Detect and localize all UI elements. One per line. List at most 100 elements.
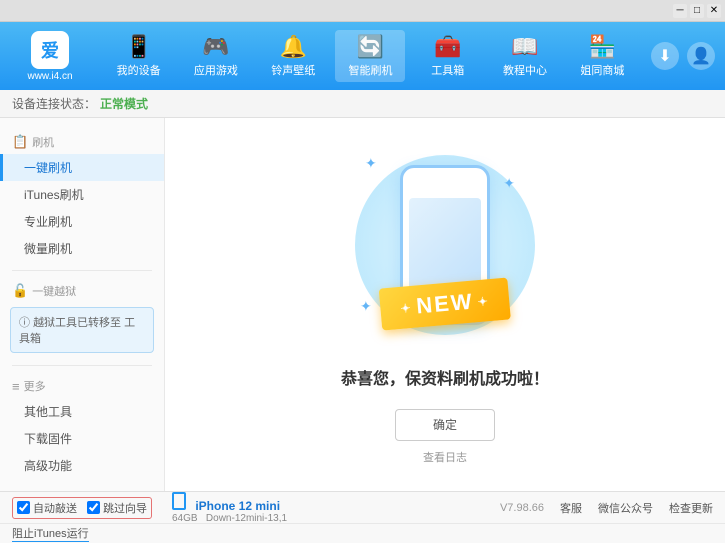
nav-smart-flash[interactable]: 🔄 智能刷机 (335, 30, 405, 82)
nav-appstore[interactable]: 🏪 姐同商城 (567, 30, 637, 82)
nav-toolbox[interactable]: 🧰 工具箱 (413, 30, 483, 82)
skip-wizard-input[interactable] (87, 501, 100, 514)
maximize-button[interactable]: □ (690, 4, 704, 18)
user-button[interactable]: 👤 (687, 42, 715, 70)
header: 爱 www.i4.cn 📱 我的设备 🎮 应用游戏 🔔 铃声壁纸 🔄 智能刷机 … (0, 22, 725, 90)
nav-my-device[interactable]: 📱 我的设备 (104, 30, 174, 82)
goto-daily-link[interactable]: 查看日志 (423, 449, 467, 465)
ringtone-icon: 🔔 (280, 34, 307, 60)
download-firmware-label: 下载固件 (24, 432, 72, 446)
ringtone-label: 铃声壁纸 (271, 62, 315, 78)
navigation: 📱 我的设备 🎮 应用游戏 🔔 铃声壁纸 🔄 智能刷机 🧰 工具箱 📖 教程中心… (100, 30, 641, 82)
more-section-label: 更多 (24, 378, 46, 394)
status-label: 设备连接状态： (12, 95, 96, 112)
device-firmware: Down-12mini-13,1 (206, 513, 287, 524)
nav-apps-games[interactable]: 🎮 应用游戏 (181, 30, 251, 82)
other-tools-label: 其他工具 (24, 405, 72, 419)
device-storage: 64GB (172, 513, 198, 524)
header-right: ⬇ 👤 (651, 42, 715, 70)
flash-section: 📋 刷机 一键刷机 iTunes刷机 专业刷机 微量刷机 (0, 126, 164, 266)
apps-games-label: 应用游戏 (194, 62, 238, 78)
toolbox-icon: 🧰 (434, 34, 461, 60)
sidebar-item-one-key-flash[interactable]: 一键刷机 (0, 154, 164, 181)
device-info: iPhone 12 mini 64GB Down-12mini-13,1 (172, 492, 287, 524)
sidebar-divider-1 (12, 270, 152, 271)
sidebar-item-pro-flash[interactable]: 专业刷机 (0, 208, 164, 235)
jailbreak-header: 🔓 一键越狱 (0, 279, 164, 303)
sidebar-divider-2 (12, 365, 152, 366)
itunes-flash-label: iTunes刷机 (24, 188, 84, 202)
nav-ringtone[interactable]: 🔔 铃声壁纸 (258, 30, 328, 82)
auto-start-label: 自动敲送 (33, 500, 77, 516)
status-bar: 设备连接状态： 正常模式 (0, 90, 725, 118)
device-detail: 64GB Down-12mini-13,1 (172, 513, 287, 524)
jailbreak-icon: 🔓 (12, 283, 28, 299)
appstore-label: 姐同商城 (580, 62, 624, 78)
my-device-label: 我的设备 (117, 62, 161, 78)
skip-wizard-label: 跳过向导 (103, 500, 147, 516)
auto-start-input[interactable] (17, 501, 30, 514)
status-value: 正常模式 (100, 95, 148, 112)
phone-small-icon (172, 492, 186, 510)
tutorial-icon: 📖 (511, 34, 538, 60)
one-key-flash-label: 一键刷机 (24, 161, 72, 175)
checkbox-group: 自动敲送 跳过向导 (12, 497, 152, 519)
bottom-bar: 自动敲送 跳过向导 iPhone 12 mini 64GB Down-12min… (0, 491, 725, 523)
smart-flash-icon: 🔄 (357, 34, 384, 60)
confirm-button[interactable]: 确定 (395, 409, 495, 441)
skip-wizard-checkbox[interactable]: 跳过向导 (87, 500, 147, 516)
logo-url: www.i4.cn (27, 71, 72, 82)
notice-icon: ⓘ (19, 317, 30, 329)
sidebar-item-advanced[interactable]: 高级功能 (0, 452, 164, 479)
sidebar-item-other-tools[interactable]: 其他工具 (0, 398, 164, 425)
sparkle-1: ✦ (365, 155, 377, 172)
sidebar-item-micro-flash[interactable]: 微量刷机 (0, 235, 164, 262)
itunes-stop-link[interactable]: 阻止iTunes运行 (12, 525, 89, 542)
sparkle-2: ✦ (503, 175, 515, 192)
sidebar: 📋 刷机 一键刷机 iTunes刷机 专业刷机 微量刷机 🔓 一键越狱 (0, 118, 165, 491)
more-section: ≡ 更多 其他工具 下载固件 高级功能 (0, 370, 164, 483)
smart-flash-label: 智能刷机 (348, 62, 392, 78)
nav-tutorial[interactable]: 📖 教程中心 (490, 30, 560, 82)
pro-flash-label: 专业刷机 (24, 215, 72, 229)
micro-flash-label: 微量刷机 (24, 242, 72, 256)
notice-text: 越狱工具已转移至 工具箱 (19, 317, 135, 345)
jailbreak-label: 一键越狱 (32, 283, 76, 299)
bottom-left: 自动敲送 跳过向导 iPhone 12 mini 64GB Down-12min… (12, 492, 287, 524)
logo-char: 爱 (41, 37, 59, 63)
flash-section-icon: 📋 (12, 134, 28, 150)
flash-section-label: 刷机 (32, 134, 54, 150)
download-button[interactable]: ⬇ (651, 42, 679, 70)
jailbreak-section: 🔓 一键越狱 ⓘ 越狱工具已转移至 工具箱 (0, 275, 164, 361)
apps-games-icon: 🎮 (202, 34, 229, 60)
version-text: V7.98.66 (500, 502, 544, 514)
main-area: 📋 刷机 一键刷机 iTunes刷机 专业刷机 微量刷机 🔓 一键越狱 (0, 118, 725, 491)
device-name: iPhone 12 mini (195, 499, 280, 513)
logo-icon: 爱 (31, 31, 69, 69)
tutorial-label: 教程中心 (503, 62, 547, 78)
bottom-right: V7.98.66 客服 微信公众号 检查更新 (500, 500, 713, 516)
check-update-link[interactable]: 检查更新 (669, 500, 713, 516)
appstore-icon: 🏪 (589, 34, 616, 60)
sidebar-item-itunes-flash[interactable]: iTunes刷机 (0, 181, 164, 208)
jailbreak-notice: ⓘ 越狱工具已转移至 工具箱 (10, 307, 154, 353)
title-bar: ─ □ ✕ (0, 0, 725, 22)
logo: 爱 www.i4.cn (10, 31, 90, 82)
sparkle-3: ✦ (360, 298, 372, 315)
close-button[interactable]: ✕ (707, 4, 721, 18)
itunes-stop-bar: 阻止iTunes运行 (0, 523, 725, 543)
auto-start-checkbox[interactable]: 自动敲送 (17, 500, 77, 516)
more-section-header: ≡ 更多 (0, 374, 164, 398)
wechat-link[interactable]: 微信公众号 (598, 500, 653, 516)
success-title: 恭喜您，保资料刷机成功啦！ (341, 365, 549, 389)
my-device-icon: 📱 (125, 34, 152, 60)
advanced-label: 高级功能 (24, 459, 72, 473)
flash-section-header: 📋 刷机 (0, 130, 164, 154)
sidebar-item-download-firmware[interactable]: 下载固件 (0, 425, 164, 452)
support-link[interactable]: 客服 (560, 500, 582, 516)
toolbox-label: 工具箱 (431, 62, 464, 78)
phone-illustration: NEW ✦ ✦ ✦ (355, 145, 535, 345)
content-area: NEW ✦ ✦ ✦ 恭喜您，保资料刷机成功啦！ 确定 查看日志 (165, 118, 725, 491)
more-icon: ≡ (12, 379, 20, 394)
minimize-button[interactable]: ─ (673, 4, 687, 18)
